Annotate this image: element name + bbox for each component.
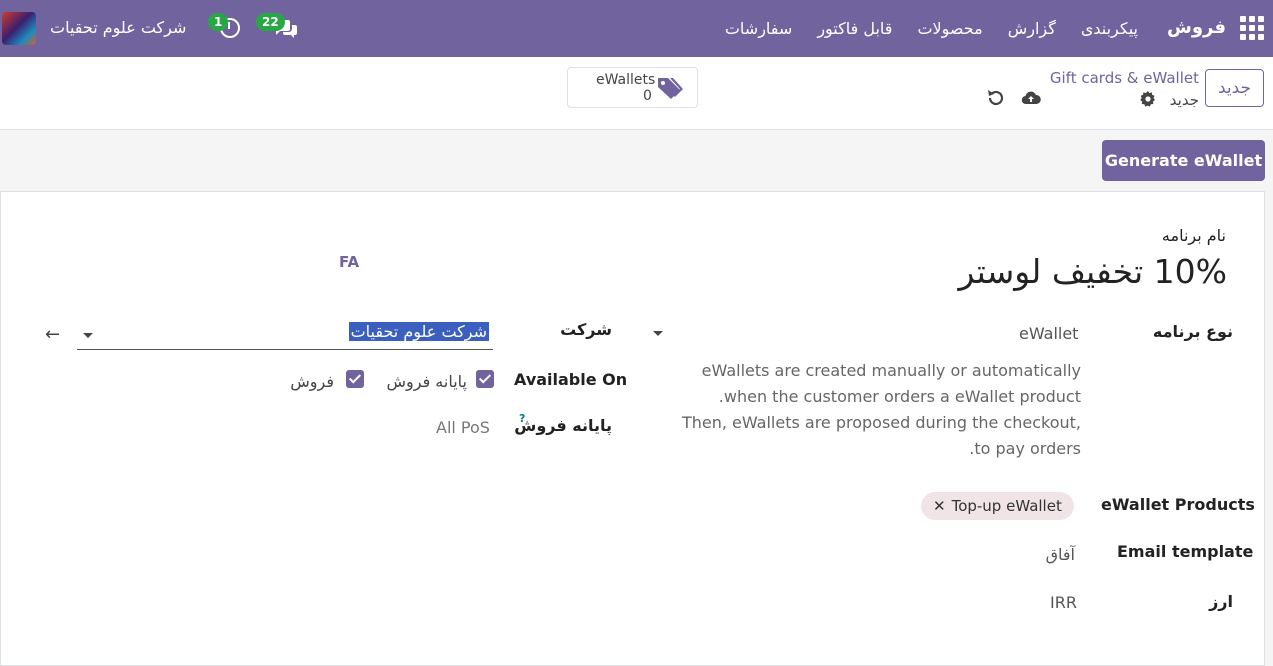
internal-link-arrow-icon[interactable]: ← [45,324,60,345]
email-template-field[interactable]: آفاق [1046,545,1075,564]
remove-tag-icon[interactable]: ✕ [933,497,946,515]
menu-item-orders[interactable]: سفارشات [725,19,792,38]
tags-icon [658,78,683,99]
menu-item-to-invoice[interactable]: قابل فاکتور [817,19,892,38]
generate-ewallet-button[interactable]: Generate eWallet [1102,140,1265,181]
available-on-label: Available On [514,370,628,389]
control-panel: جدید Gift cards & eWallet جدید eWallets … [0,57,1273,130]
email-template-label: Email template [1117,542,1254,561]
record-title: جدید [1169,91,1199,109]
available-on-pos-label: پایانه فروش [386,372,467,391]
main-menu: سفارشات قابل فاکتور محصولات گزارش پیکربن… [725,19,1138,38]
activity-count-badge: 1 [208,13,229,31]
program-name-input[interactable]: 10% تخفیف لوستر [958,252,1227,291]
save-cloud-icon[interactable] [1021,88,1041,108]
company-select[interactable]: شرکت علوم تحقیات [77,320,493,350]
program-name-label: نام برنامه [1161,226,1226,245]
program-type-caret-icon[interactable] [653,331,663,336]
apps-menu-icon[interactable] [1240,16,1264,40]
app-brand[interactable]: فروش [1167,17,1226,38]
available-on-pos-checkbox[interactable] [476,370,494,388]
company-switcher[interactable]: شرکت علوم تحقیات [50,18,186,37]
program-type-label: نوع برنامه [1152,322,1233,341]
ewallets-stat-label: eWallets [596,72,656,88]
ewallets-stat-value: 0 [643,88,652,104]
company-select-value: شرکت علوم تحقیات [348,322,489,341]
available-on-sales-checkbox[interactable] [346,370,364,388]
ewallets-stat-button[interactable]: eWallets 0 [567,67,698,108]
top-navbar: فروش سفارشات قابل فاکتور محصولات گزارش پ… [0,0,1273,57]
menu-item-products[interactable]: محصولات [917,19,982,38]
user-avatar[interactable] [2,12,36,45]
breadcrumb[interactable]: Gift cards & eWallet [1050,69,1199,87]
pos-help-tooltip[interactable]: ? [519,412,525,425]
menu-item-configuration[interactable]: پیکربندی [1081,19,1138,38]
currency-label: ارز [1209,592,1233,611]
menu-item-reporting[interactable]: گزارش [1008,19,1056,38]
gear-icon[interactable] [1140,91,1156,107]
company-caret-icon[interactable] [83,333,93,338]
product-tag[interactable]: ✕ Top-up eWallet [921,492,1074,520]
new-button[interactable]: جدید [1205,69,1264,107]
messages-count-badge: 22 [256,13,285,31]
pos-label: پایانه فروش [514,416,612,435]
form-sheet: نام برنامه 10% تخفیف لوستر FA نوع برنامه… [0,191,1265,666]
language-button[interactable]: FA [339,253,359,271]
ewallet-products-label: eWallet Products [1101,495,1255,514]
discard-undo-icon[interactable] [986,88,1006,108]
company-label: شرکت [560,320,612,339]
pos-field[interactable]: All PoS [436,418,490,437]
currency-field[interactable]: IRR [1050,593,1077,612]
program-type-select[interactable]: eWallet [1019,324,1078,343]
program-type-description: eWallets are created manually or automat… [681,361,1081,458]
product-tag-label: Top-up eWallet [951,497,1062,515]
available-on-sales-label: فروش [290,372,334,391]
